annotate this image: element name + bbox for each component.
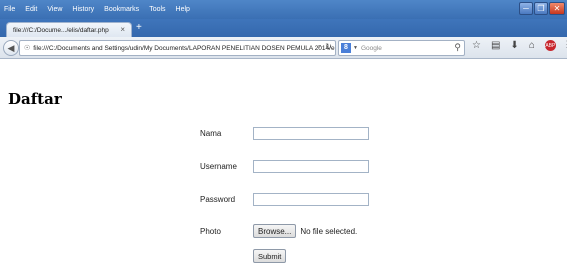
window-controls: ─ ❐ ✕ [519,2,565,15]
tab-label: file:///C:/Docume.../elis/daftar.php [13,26,109,34]
back-arrow-icon[interactable]: ◀ [3,40,19,56]
password-label: Password [200,195,236,204]
menu-tools[interactable]: Tools [149,6,165,13]
url-dropdown-icon[interactable]: ▿ [318,43,321,50]
menu-view[interactable]: View [47,6,62,13]
download-icon[interactable]: ⬇ [510,40,518,51]
tab-daftar[interactable]: file:///C:/Docume.../elis/daftar.php × [6,22,132,37]
navigation-bar: ◀ ☉ file:///C:/Documents and Settings/ud… [0,37,567,59]
menu-help[interactable]: Help [176,6,190,13]
restore-icon[interactable]: ❐ [534,2,548,15]
photo-row: Photo Browse... No file selected. [200,224,400,238]
minimize-icon[interactable]: ─ [519,2,533,15]
username-row: Username [200,160,400,173]
close-window-icon[interactable]: ✕ [549,2,565,15]
photo-label: Photo [200,226,221,236]
nama-label: Nama [200,129,222,138]
page-title: Daftar [8,90,62,108]
adblock-icon[interactable]: ABP [544,40,556,51]
no-file-text: No file selected. [300,226,358,236]
search-bar[interactable]: 8 ▼ Google ⚲ [338,40,465,56]
home-icon[interactable]: ⌂ [529,40,535,51]
nama-row: Nama [200,127,400,140]
tab-strip: file:///C:/Docume.../elis/daftar.php × + [0,19,567,37]
reload-icon[interactable]: ↻ [325,42,332,51]
username-label: Username [200,162,237,171]
username-field[interactable] [253,160,369,173]
search-placeholder: Google [360,44,382,52]
menu-file[interactable]: File [4,6,15,13]
menu-bar: File Edit View History Bookmarks Tools H… [0,6,190,13]
nama-field[interactable] [253,127,369,140]
globe-icon: ☉ [24,45,31,52]
url-text: file:///C:/Documents and Settings/udin/M… [33,44,335,52]
toolbar-icons: ☆ ▤ ⬇ ⌂ ABP ☰ [472,40,567,51]
menu-history[interactable]: History [72,6,94,13]
search-engine-icon[interactable]: 8 [341,43,351,53]
password-row: Password [200,193,400,206]
new-tab-button[interactable]: + [136,22,142,34]
menu-edit[interactable]: Edit [25,6,37,13]
title-bar: File Edit View History Bookmarks Tools H… [0,0,567,19]
search-engine-dropdown-icon[interactable]: ▼ [353,45,358,51]
tab-close-icon[interactable]: × [120,25,125,34]
password-field[interactable] [253,193,369,206]
submit-button[interactable]: Submit [253,249,287,263]
bookmark-star-icon[interactable]: ☆ [472,40,481,51]
bookmarks-list-icon[interactable]: ▤ [491,40,500,51]
url-bar[interactable]: ☉ file:///C:/Documents and Settings/udin… [19,40,336,56]
browse-button[interactable]: Browse... [253,224,297,238]
menu-bookmarks[interactable]: Bookmarks [104,6,139,13]
search-icon[interactable]: ⚲ [454,42,461,53]
